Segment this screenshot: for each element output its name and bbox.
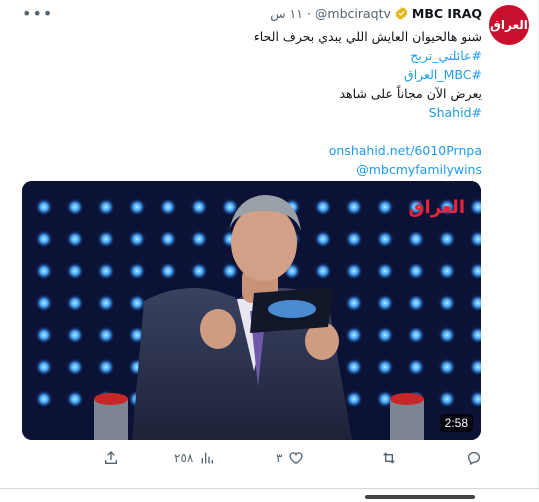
stage-light: [35, 390, 53, 408]
stage-light: [35, 262, 53, 280]
stage-light: [376, 326, 394, 344]
url-link[interactable]: onshahid.net/6010Prnpa: [254, 141, 482, 160]
stage-light: [345, 326, 363, 344]
stage-light: [345, 262, 363, 280]
stage-light: [438, 294, 456, 312]
bar-chart-icon: [202, 452, 214, 464]
stage-light: [407, 294, 425, 312]
stage-light: [97, 326, 115, 344]
stage-light: [407, 326, 425, 344]
display-name[interactable]: MBC IRAQ: [412, 6, 482, 21]
stage-light: [407, 262, 425, 280]
retweet-icon: [383, 452, 395, 464]
hashtag-link[interactable]: #MBC_العراق: [254, 65, 482, 84]
views-button[interactable]: ٢٥٨: [174, 450, 215, 466]
like-count: ٣: [276, 451, 283, 465]
stage-light: [221, 262, 239, 280]
stage-light: [159, 262, 177, 280]
stage-light: [438, 262, 456, 280]
video-player[interactable]: العراق 2:58: [22, 181, 481, 440]
stage-light: [35, 198, 53, 216]
handle[interactable]: @mbciraqtv: [315, 6, 391, 21]
next-tweet-preview: [365, 492, 475, 502]
stage-light: [35, 358, 53, 376]
stage-light: [345, 390, 363, 408]
share-button[interactable]: [103, 450, 119, 466]
retweet-button[interactable]: [381, 450, 403, 466]
tweet-line-text: شنو هالحيوان العايش اللي يبدي بحرف الحاء: [253, 29, 482, 44]
stage-light: [345, 358, 363, 376]
view-count: ٢٥٨: [174, 451, 194, 465]
stage-light: [97, 262, 115, 280]
stage-light: [376, 262, 394, 280]
stage-light: [97, 358, 115, 376]
stage-light: [159, 230, 177, 248]
stage-light: [314, 262, 332, 280]
stage-light: [376, 358, 394, 376]
stage-light: [97, 230, 115, 248]
stage-light: [35, 230, 53, 248]
stage-light: [66, 198, 84, 216]
stage-light: [376, 230, 394, 248]
hashtag-link[interactable]: #Shahid: [254, 103, 482, 122]
stage-light: [66, 230, 84, 248]
stage-light: [190, 230, 208, 248]
more-options-icon[interactable]: •••: [22, 6, 53, 22]
share-icon: [105, 451, 117, 464]
reply-button[interactable]: [466, 450, 488, 466]
stage-light: [345, 230, 363, 248]
stage-light: [66, 390, 84, 408]
stage-light: [35, 326, 53, 344]
tweet-actions: ٢٥٨ ٣: [0, 450, 539, 472]
stage-light: [345, 294, 363, 312]
stage-light: [97, 198, 115, 216]
channel-logo: العراق: [408, 197, 465, 218]
stage-light: [190, 262, 208, 280]
tweet-card[interactable]: العراق ••• MBC IRAQ @mbciraqtv · ١١ س شن…: [0, 0, 539, 490]
avatar-text: العراق: [490, 18, 528, 32]
tweet-divider: [0, 488, 539, 489]
hashtag-link[interactable]: #عائلتي_تربح: [254, 46, 482, 65]
stage-light: [345, 198, 363, 216]
stage-light: [66, 326, 84, 344]
stage-light: [128, 262, 146, 280]
stage-light: [438, 358, 456, 376]
video-thumbnail: [22, 181, 481, 440]
tweet-line-text: يعرض الآن مجاناً على شاهد: [339, 86, 482, 101]
stage-light: [66, 294, 84, 312]
separator-dot: ·: [306, 6, 311, 21]
heart-icon: [289, 452, 304, 465]
verified-badge-icon: [395, 6, 408, 21]
stage-light: [314, 198, 332, 216]
stage-light: [438, 230, 456, 248]
stage-light: [159, 198, 177, 216]
stage-light: [97, 294, 115, 312]
stage-light: [66, 262, 84, 280]
reply-icon: [467, 452, 480, 466]
stage-light: [128, 230, 146, 248]
stage-light: [407, 230, 425, 248]
avatar[interactable]: العراق: [489, 5, 529, 45]
stage-light: [314, 230, 332, 248]
tweet-text: شنو هالحيوان العايش اللي يبدي بحرف الحاء…: [254, 27, 482, 179]
like-button[interactable]: ٣: [276, 450, 304, 466]
stage-light: [438, 390, 456, 408]
timestamp[interactable]: ١١ س: [270, 6, 303, 21]
stage-light: [66, 358, 84, 376]
stage-light: [376, 198, 394, 216]
tweet-header: MBC IRAQ @mbciraqtv · ١١ س: [270, 6, 482, 21]
stage-light: [190, 198, 208, 216]
video-duration: 2:58: [439, 414, 473, 432]
stage-light: [128, 198, 146, 216]
stage-light: [438, 326, 456, 344]
mention-link[interactable]: @mbcmyfamilywins: [254, 160, 482, 179]
stage-light: [407, 358, 425, 376]
stage-light: [35, 294, 53, 312]
stage-light: [376, 294, 394, 312]
